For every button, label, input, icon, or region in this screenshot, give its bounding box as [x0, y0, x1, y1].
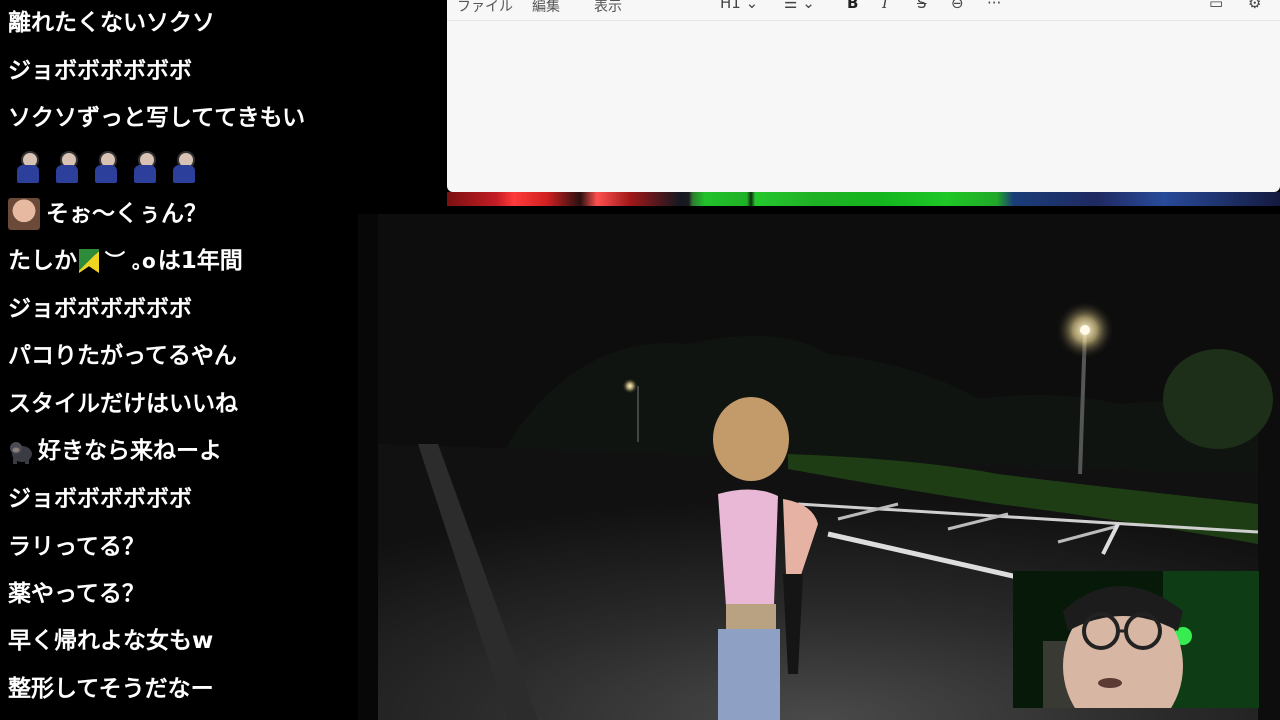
strikethrough-icon: S [917, 0, 927, 12]
link-button[interactable]: ⊖ [951, 0, 964, 12]
chat-message: そぉ～くぅん？ [8, 194, 207, 234]
chat-message: たしか ︶ ｡o は1年間 [8, 241, 243, 281]
character-stamp-icon [53, 151, 79, 185]
bold-icon: B [847, 0, 859, 12]
chat-message: スタイルだけはいいね [8, 384, 238, 424]
editor-window: ファイル 編集 表示 H1 ⌄ ☰ ⌄ B I S ⊖ ··· ▭ ⚙ [447, 0, 1280, 192]
chat-message-text: ジョボボボボボボ [8, 296, 192, 322]
settings-icon: ⚙ [1248, 0, 1262, 12]
chat-message-text: 早く帰れよな女もw [8, 628, 214, 654]
chevron-down-icon: ⌄ [802, 0, 815, 12]
comment-icon: ▭ [1209, 0, 1224, 12]
chat-message: ジョボボボボボボ [8, 51, 192, 91]
chat-stamp-message [8, 148, 196, 188]
character-stamp-icon [92, 151, 118, 185]
list-icon: ☰ [784, 0, 798, 12]
editor-content-area[interactable] [447, 21, 1280, 192]
chat-message: ジョボボボボボボ [8, 289, 192, 329]
chat-message: 離れたくないソクソ [8, 3, 215, 43]
italic-button[interactable]: I [882, 0, 888, 12]
chat-message-text: スタイルだけはいいね [8, 391, 238, 417]
strikethrough-button[interactable]: S [917, 0, 927, 12]
chat-message-text: たしか [8, 248, 77, 274]
chat-message-text: ラリってる？ [8, 534, 145, 560]
character-stamp-icon [14, 151, 40, 185]
more-button[interactable]: ··· [987, 0, 1001, 12]
character-stamp-icon [170, 151, 196, 185]
menu-view[interactable]: 表示 [594, 0, 622, 16]
glitch-strip [447, 192, 1280, 206]
beginner-mark-icon [79, 249, 99, 273]
more-icon: ··· [987, 0, 1002, 12]
chat-message-text: そぉ～くぅん？ [46, 201, 207, 227]
gorilla-icon [10, 442, 32, 464]
streamer-face-scene [1013, 571, 1259, 708]
chat-emoticon: ︶ ｡o [105, 249, 156, 273]
comment-button[interactable]: ▭ [1209, 0, 1223, 12]
chat-message: 好きなら来ねーよ [8, 431, 222, 471]
user-avatar [8, 198, 40, 230]
chat-message-text: 整形してそうだなー [8, 676, 214, 702]
bold-button[interactable]: B [847, 0, 858, 12]
settings-button[interactable]: ⚙ [1248, 0, 1261, 12]
chat-message-text: ジョボボボボボボ [8, 58, 192, 84]
editor-toolbar: ファイル 編集 表示 H1 ⌄ ☰ ⌄ B I S ⊖ ··· ▭ ⚙ [447, 0, 1280, 21]
menu-file[interactable]: ファイル [457, 0, 513, 16]
chat-message: 整形してそうだなー [8, 669, 214, 709]
chat-message-text: 薬やってる？ [8, 581, 145, 607]
heading-dropdown[interactable]: H1 ⌄ [720, 0, 758, 12]
link-icon: ⊖ [951, 0, 964, 12]
list-dropdown[interactable]: ☰ ⌄ [784, 0, 815, 12]
streamer-camera-pip [1013, 571, 1259, 708]
heading-label: H1 [720, 0, 741, 12]
chat-message: 薬やってる？ [8, 574, 145, 614]
chat-message: ジョボボボボボボ [8, 479, 192, 519]
chat-message-text: ジョボボボボボボ [8, 486, 192, 512]
chevron-down-icon: ⌄ [745, 0, 759, 12]
chat-message-text: は1年間 [157, 248, 243, 274]
chat-message-text: 好きなら来ねーよ [38, 438, 222, 464]
chat-message-text: 離れたくないソクソ [8, 10, 215, 36]
chat-message-text: ソクソずっと写しててきもい [8, 105, 306, 131]
chat-message: ソクソずっと写しててきもい [8, 98, 305, 138]
chat-message: 早く帰れよな女もw [8, 621, 213, 661]
character-stamp-icon [131, 151, 157, 185]
chat-overlay: 離れたくないソクソ ジョボボボボボボ ソクソずっと写しててきもい そぉ～くぅん？… [0, 0, 446, 720]
chat-message: パコりたがってるやん [8, 336, 237, 376]
chat-message: ラリってる？ [8, 527, 145, 567]
italic-icon: I [882, 0, 888, 12]
menu-edit[interactable]: 編集 [532, 0, 560, 16]
chat-message-text: パコりたがってるやん [8, 343, 237, 369]
